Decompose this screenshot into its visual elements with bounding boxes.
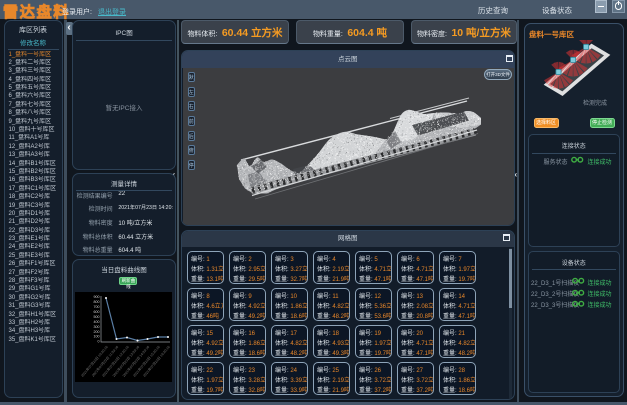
svg-text:400: 400 bbox=[94, 319, 100, 323]
svg-text:0: 0 bbox=[98, 339, 100, 343]
svg-text:600: 600 bbox=[94, 310, 100, 314]
svg-text:200: 200 bbox=[94, 329, 100, 333]
svg-text:100: 100 bbox=[94, 334, 100, 338]
svg-text:800: 800 bbox=[94, 300, 100, 304]
svg-text:500: 500 bbox=[94, 314, 100, 318]
svg-text:300: 300 bbox=[94, 324, 100, 328]
svg-text:700: 700 bbox=[94, 305, 100, 309]
svg-text:900: 900 bbox=[94, 295, 100, 299]
